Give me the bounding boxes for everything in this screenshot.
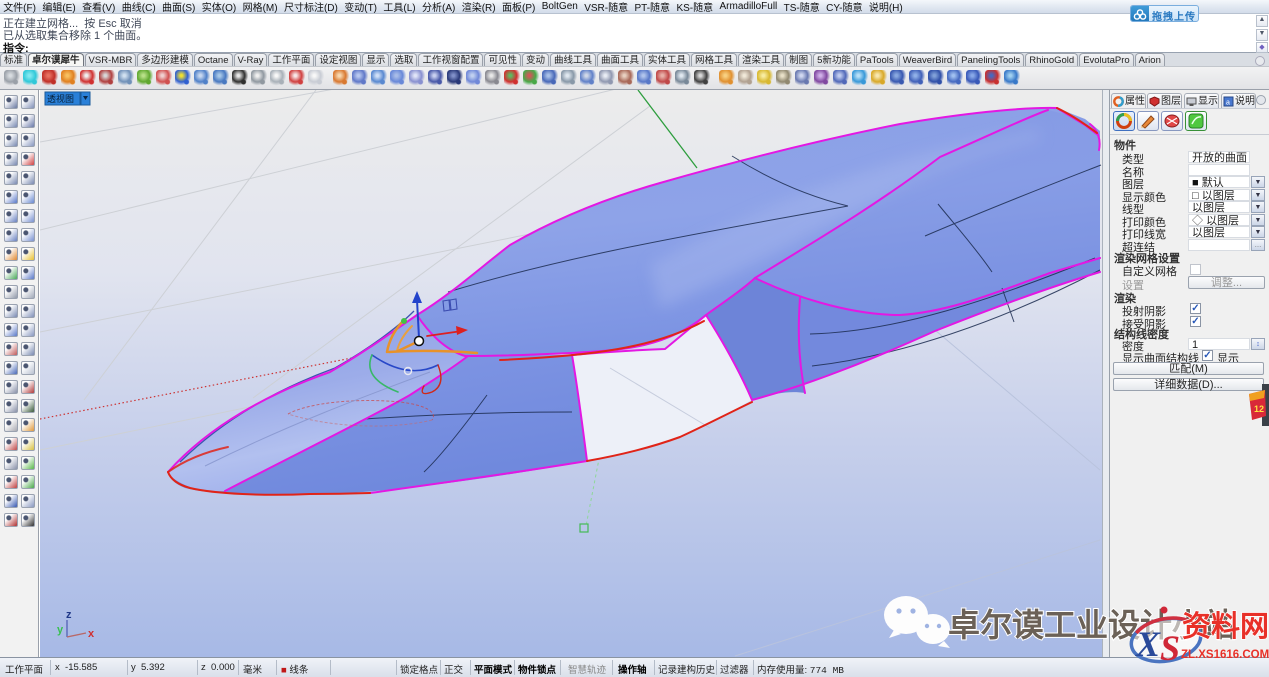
svg-text:透视图: 透视图 (47, 93, 74, 104)
svg-text:12: 12 (1254, 404, 1264, 414)
svg-text:S: S (1160, 628, 1180, 668)
svg-text:资料网: 资料网 (1182, 610, 1269, 643)
svg-text:x: x (88, 628, 95, 640)
svg-text:X: X (1135, 624, 1161, 664)
svg-text:a: a (1226, 100, 1230, 107)
svg-text:ZL.XS1616.COM: ZL.XS1616.COM (1181, 649, 1269, 661)
svg-text:z: z (66, 609, 72, 621)
svg-text:y: y (57, 624, 64, 636)
